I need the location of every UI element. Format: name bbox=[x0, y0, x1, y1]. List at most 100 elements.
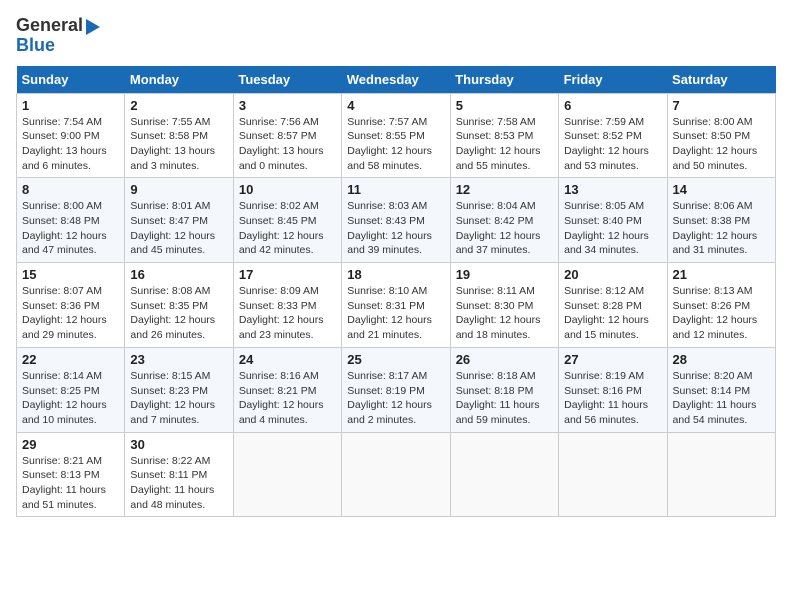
day-header-friday: Friday bbox=[559, 66, 667, 94]
day-info: Sunrise: 8:19 AMSunset: 8:16 PMDaylight:… bbox=[564, 369, 661, 428]
day-info: Sunrise: 7:58 AMSunset: 8:53 PMDaylight:… bbox=[456, 115, 553, 174]
day-number: 11 bbox=[347, 182, 444, 197]
day-number: 21 bbox=[673, 267, 770, 282]
page-header: General Blue bbox=[16, 16, 776, 56]
calendar-cell: 18 Sunrise: 8:10 AMSunset: 8:31 PMDayligh… bbox=[342, 263, 450, 348]
day-info: Sunrise: 8:00 AMSunset: 8:48 PMDaylight:… bbox=[22, 199, 119, 258]
calendar-cell: 4Sunrise: 7:57 AMSunset: 8:55 PMDaylight… bbox=[342, 93, 450, 178]
calendar-cell: 28 Sunrise: 8:20 AMSunset: 8:14 PMDayligh… bbox=[667, 347, 775, 432]
calendar-cell: 2 Sunrise: 7:55 AMSunset: 8:58 PMDaylight… bbox=[125, 93, 233, 178]
day-header-monday: Monday bbox=[125, 66, 233, 94]
calendar-cell bbox=[342, 432, 450, 517]
day-header-thursday: Thursday bbox=[450, 66, 558, 94]
calendar-week-row: 1 Sunrise: 7:54 AMSunset: 9:00 PMDaylight… bbox=[17, 93, 776, 178]
calendar-cell: 15Sunrise: 8:07 AMSunset: 8:36 PMDayligh… bbox=[17, 263, 125, 348]
day-number: 5 bbox=[456, 98, 553, 113]
day-number: 1 bbox=[22, 98, 119, 113]
calendar-cell: 9 Sunrise: 8:01 AMSunset: 8:47 PMDaylight… bbox=[125, 178, 233, 263]
calendar-cell: 6 Sunrise: 7:59 AMSunset: 8:52 PMDaylight… bbox=[559, 93, 667, 178]
day-info: Sunrise: 8:05 AMSunset: 8:40 PMDaylight:… bbox=[564, 199, 661, 258]
day-info: Sunrise: 7:59 AMSunset: 8:52 PMDaylight:… bbox=[564, 115, 661, 174]
day-number: 20 bbox=[564, 267, 661, 282]
day-number: 22 bbox=[22, 352, 119, 367]
day-info: Sunrise: 7:54 AMSunset: 9:00 PMDaylight:… bbox=[22, 115, 119, 174]
calendar-week-row: 8 Sunrise: 8:00 AMSunset: 8:48 PMDaylight… bbox=[17, 178, 776, 263]
day-info: Sunrise: 8:17 AMSunset: 8:19 PMDaylight:… bbox=[347, 369, 444, 428]
calendar-cell: 3Sunrise: 7:56 AMSunset: 8:57 PMDaylight… bbox=[233, 93, 341, 178]
calendar-cell bbox=[559, 432, 667, 517]
logo-blue: Blue bbox=[16, 36, 55, 56]
day-info: Sunrise: 8:15 AMSunset: 8:23 PMDaylight:… bbox=[130, 369, 227, 428]
calendar-cell: 1 Sunrise: 7:54 AMSunset: 9:00 PMDaylight… bbox=[17, 93, 125, 178]
calendar-cell: 29 Sunrise: 8:21 AMSunset: 8:13 PMDayligh… bbox=[17, 432, 125, 517]
day-info: Sunrise: 8:11 AMSunset: 8:30 PMDaylight:… bbox=[456, 284, 553, 343]
calendar-cell: 5 Sunrise: 7:58 AMSunset: 8:53 PMDaylight… bbox=[450, 93, 558, 178]
day-info: Sunrise: 8:12 AMSunset: 8:28 PMDaylight:… bbox=[564, 284, 661, 343]
day-header-wednesday: Wednesday bbox=[342, 66, 450, 94]
day-info: Sunrise: 8:00 AMSunset: 8:50 PMDaylight:… bbox=[673, 115, 770, 174]
day-info: Sunrise: 8:18 AMSunset: 8:18 PMDaylight:… bbox=[456, 369, 553, 428]
day-info: Sunrise: 8:01 AMSunset: 8:47 PMDaylight:… bbox=[130, 199, 227, 258]
day-info: Sunrise: 7:55 AMSunset: 8:58 PMDaylight:… bbox=[130, 115, 227, 174]
logo-general: General bbox=[16, 16, 83, 36]
day-number: 2 bbox=[130, 98, 227, 113]
day-header-saturday: Saturday bbox=[667, 66, 775, 94]
day-number: 28 bbox=[673, 352, 770, 367]
calendar-header-row: SundayMondayTuesdayWednesdayThursdayFrid… bbox=[17, 66, 776, 94]
day-number: 25 bbox=[347, 352, 444, 367]
calendar-cell: 21Sunrise: 8:13 AMSunset: 8:26 PMDayligh… bbox=[667, 263, 775, 348]
day-info: Sunrise: 8:02 AMSunset: 8:45 PMDaylight:… bbox=[239, 199, 336, 258]
day-number: 13 bbox=[564, 182, 661, 197]
day-info: Sunrise: 8:14 AMSunset: 8:25 PMDaylight:… bbox=[22, 369, 119, 428]
calendar-cell: 30Sunrise: 8:22 AMSunset: 8:11 PMDayligh… bbox=[125, 432, 233, 517]
calendar-cell: 24 Sunrise: 8:16 AMSunset: 8:21 PMDayligh… bbox=[233, 347, 341, 432]
day-number: 18 bbox=[347, 267, 444, 282]
calendar-cell: 26 Sunrise: 8:18 AMSunset: 8:18 PMDayligh… bbox=[450, 347, 558, 432]
calendar-cell: 25 Sunrise: 8:17 AMSunset: 8:19 PMDayligh… bbox=[342, 347, 450, 432]
day-info: Sunrise: 8:16 AMSunset: 8:21 PMDaylight:… bbox=[239, 369, 336, 428]
calendar-cell bbox=[450, 432, 558, 517]
logo-arrow-icon bbox=[86, 19, 100, 35]
day-info: Sunrise: 8:03 AMSunset: 8:43 PMDaylight:… bbox=[347, 199, 444, 258]
day-number: 14 bbox=[673, 182, 770, 197]
day-info: Sunrise: 8:21 AMSunset: 8:13 PMDaylight:… bbox=[22, 454, 119, 513]
calendar-cell: 11 Sunrise: 8:03 AMSunset: 8:43 PMDayligh… bbox=[342, 178, 450, 263]
day-header-tuesday: Tuesday bbox=[233, 66, 341, 94]
day-header-sunday: Sunday bbox=[17, 66, 125, 94]
day-number: 24 bbox=[239, 352, 336, 367]
calendar-cell: 20 Sunrise: 8:12 AMSunset: 8:28 PMDayligh… bbox=[559, 263, 667, 348]
day-number: 10 bbox=[239, 182, 336, 197]
calendar-table: SundayMondayTuesdayWednesdayThursdayFrid… bbox=[16, 66, 776, 518]
logo: General Blue bbox=[16, 16, 100, 56]
day-info: Sunrise: 8:04 AMSunset: 8:42 PMDaylight:… bbox=[456, 199, 553, 258]
calendar-cell: 19Sunrise: 8:11 AMSunset: 8:30 PMDayligh… bbox=[450, 263, 558, 348]
day-number: 27 bbox=[564, 352, 661, 367]
day-info: Sunrise: 8:10 AMSunset: 8:31 PMDaylight:… bbox=[347, 284, 444, 343]
day-number: 6 bbox=[564, 98, 661, 113]
day-info: Sunrise: 8:06 AMSunset: 8:38 PMDaylight:… bbox=[673, 199, 770, 258]
calendar-cell: 16 Sunrise: 8:08 AMSunset: 8:35 PMDayligh… bbox=[125, 263, 233, 348]
day-number: 8 bbox=[22, 182, 119, 197]
calendar-cell bbox=[233, 432, 341, 517]
day-number: 17 bbox=[239, 267, 336, 282]
calendar-cell: 14 Sunrise: 8:06 AMSunset: 8:38 PMDayligh… bbox=[667, 178, 775, 263]
day-number: 16 bbox=[130, 267, 227, 282]
day-number: 15 bbox=[22, 267, 119, 282]
calendar-week-row: 29 Sunrise: 8:21 AMSunset: 8:13 PMDayligh… bbox=[17, 432, 776, 517]
calendar-cell: 10 Sunrise: 8:02 AMSunset: 8:45 PMDayligh… bbox=[233, 178, 341, 263]
day-info: Sunrise: 8:20 AMSunset: 8:14 PMDaylight:… bbox=[673, 369, 770, 428]
calendar-cell: 12 Sunrise: 8:04 AMSunset: 8:42 PMDayligh… bbox=[450, 178, 558, 263]
calendar-cell: 22 Sunrise: 8:14 AMSunset: 8:25 PMDayligh… bbox=[17, 347, 125, 432]
day-info: Sunrise: 8:09 AMSunset: 8:33 PMDaylight:… bbox=[239, 284, 336, 343]
day-number: 9 bbox=[130, 182, 227, 197]
calendar-body: 1 Sunrise: 7:54 AMSunset: 9:00 PMDaylight… bbox=[17, 93, 776, 517]
day-number: 26 bbox=[456, 352, 553, 367]
calendar-cell: 23Sunrise: 8:15 AMSunset: 8:23 PMDayligh… bbox=[125, 347, 233, 432]
calendar-week-row: 22 Sunrise: 8:14 AMSunset: 8:25 PMDayligh… bbox=[17, 347, 776, 432]
day-number: 29 bbox=[22, 437, 119, 452]
calendar-cell: 8 Sunrise: 8:00 AMSunset: 8:48 PMDaylight… bbox=[17, 178, 125, 263]
calendar-cell: 13 Sunrise: 8:05 AMSunset: 8:40 PMDayligh… bbox=[559, 178, 667, 263]
day-number: 12 bbox=[456, 182, 553, 197]
day-number: 3 bbox=[239, 98, 336, 113]
day-info: Sunrise: 8:08 AMSunset: 8:35 PMDaylight:… bbox=[130, 284, 227, 343]
